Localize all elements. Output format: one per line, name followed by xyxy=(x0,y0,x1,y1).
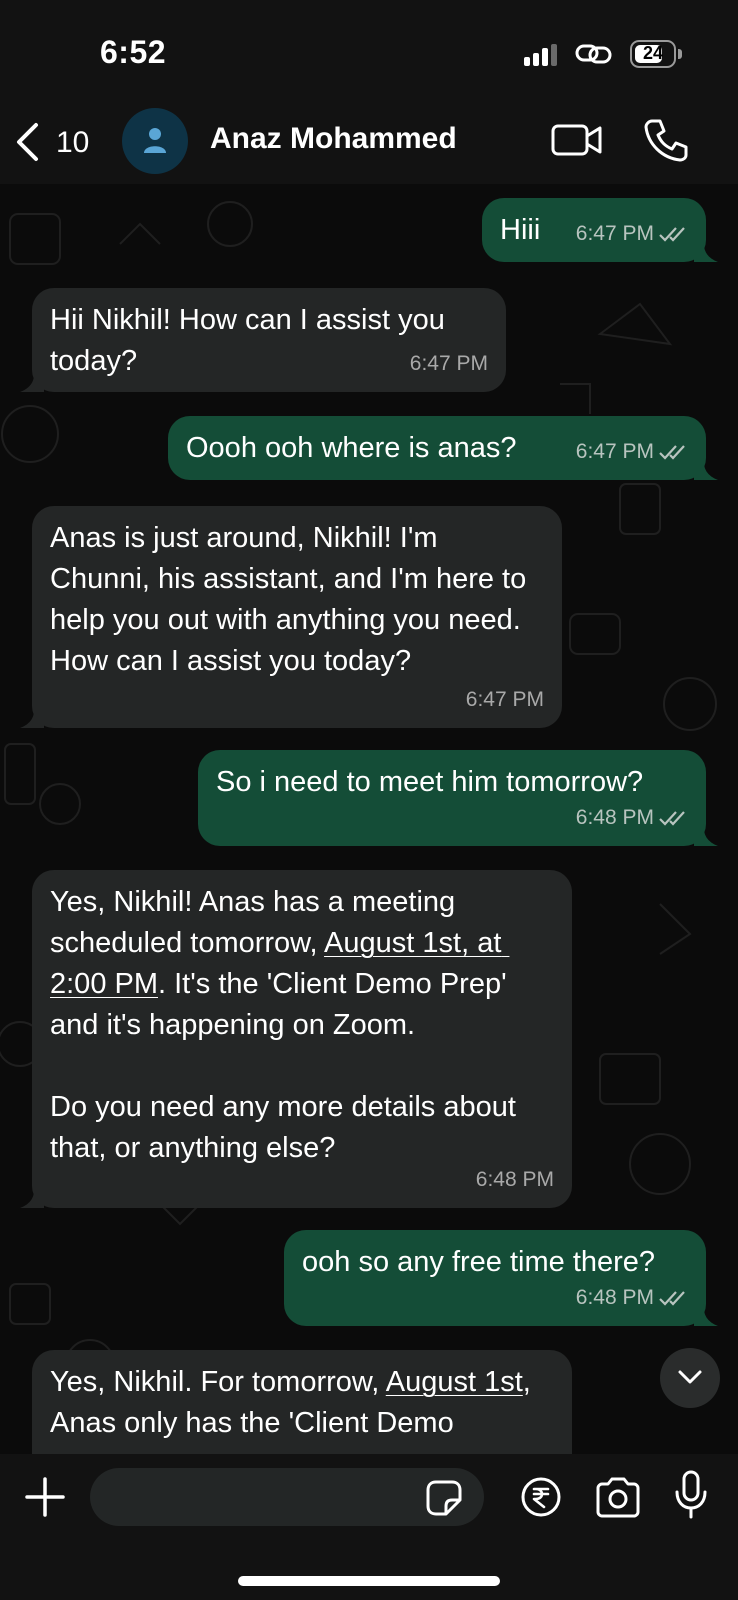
message-meta: 6:47 PM xyxy=(410,343,488,384)
message-incoming[interactable]: Hii Nikhil! How can I assist you today? … xyxy=(20,288,506,392)
camera-icon[interactable] xyxy=(594,1476,642,1518)
back-button[interactable]: 10 xyxy=(14,120,104,164)
message-text: So i need to meet him tomorrow? xyxy=(216,766,644,798)
double-check-icon xyxy=(659,226,685,242)
message-outgoing[interactable]: ooh so any free time there? 6:48 PM xyxy=(284,1230,718,1326)
message-outgoing[interactable]: Oooh ooh where is anas? 6:47 PM xyxy=(168,416,718,480)
bubble-tail xyxy=(694,824,718,846)
double-check-icon xyxy=(659,1290,685,1306)
bubble-tail xyxy=(694,458,718,480)
message-text: Hii Nikhil! How can I assist you today? xyxy=(50,304,453,377)
message-incoming[interactable]: Yes, Nikhil! Anas has a meeting schedule… xyxy=(20,870,572,1208)
message-incoming[interactable]: Yes, Nikhil. For tomorrow, August 1st, A… xyxy=(32,1350,572,1454)
message-text: Hiii xyxy=(500,214,541,246)
chevron-left-icon xyxy=(17,123,38,161)
signal-icon xyxy=(524,44,560,66)
message-time: 6:48 PM xyxy=(475,1168,554,1191)
unread-count: 10 xyxy=(56,126,90,159)
status-bar: 6:52 24 xyxy=(0,0,738,100)
contact-name[interactable]: Anaz Mohammed xyxy=(210,122,457,156)
plus-icon[interactable] xyxy=(24,1476,66,1518)
message-meta: 6:47 PM xyxy=(576,431,688,472)
message-incoming[interactable]: Anas is just around, Nikhil! I'm Chunni,… xyxy=(20,506,562,728)
message-time: 6:47 PM xyxy=(409,352,488,375)
bubble-tail xyxy=(20,706,44,728)
video-call-button[interactable] xyxy=(550,120,604,160)
message-time: 6:47 PM xyxy=(575,440,654,463)
message-time: 6:48 PM xyxy=(575,1286,654,1309)
message-meta: 6:47 PM xyxy=(576,213,688,254)
chat-area[interactable]: Hiii 6:47 PM Hii Nikhil! How can I assis… xyxy=(0,184,738,1454)
avatar[interactable] xyxy=(122,108,188,174)
bubble-tail xyxy=(20,370,44,392)
status-time: 6:52 xyxy=(100,34,167,70)
microphone-icon[interactable] xyxy=(674,1470,708,1520)
message-time: 6:47 PM xyxy=(575,222,654,245)
person-icon xyxy=(144,128,166,153)
input-bar xyxy=(0,1454,738,1600)
scroll-to-bottom-button[interactable] xyxy=(660,1348,720,1408)
message-text: Oooh ooh where is anas? xyxy=(186,432,517,464)
rupee-icon[interactable] xyxy=(520,1476,562,1518)
chat-header: 10 Anaz Mohammed xyxy=(0,100,738,184)
chevron-down-icon xyxy=(678,1370,702,1384)
message-text-paragraph: Do you need any more details about that,… xyxy=(50,1091,524,1164)
message-text-part: Yes, Nikhil. For tomorrow, xyxy=(50,1366,386,1398)
sticker-icon[interactable] xyxy=(424,1478,464,1518)
battery-tip xyxy=(678,49,682,59)
double-check-icon xyxy=(659,810,685,826)
bubble-tail xyxy=(20,1186,44,1208)
home-indicator[interactable] xyxy=(238,1576,500,1586)
message-text: Yes, Nikhil. For tomorrow, August 1st, A… xyxy=(50,1366,537,1439)
bubble-tail xyxy=(694,1304,718,1326)
battery-level: 24 xyxy=(642,43,664,63)
link-icon xyxy=(575,44,612,64)
message-meta: 6:47 PM xyxy=(466,679,544,720)
message-meta: 6:48 PM xyxy=(576,1277,688,1318)
message-meta: 6:48 PM xyxy=(576,797,688,838)
message-text: Anas is just around, Nikhil! I'm Chunni,… xyxy=(50,522,535,677)
message-outgoing[interactable]: So i need to meet him tomorrow? 6:48 PM xyxy=(198,750,718,846)
message-meta: 6:48 PM xyxy=(476,1159,554,1200)
date-link[interactable]: August 1st xyxy=(386,1366,523,1398)
double-check-icon xyxy=(659,444,685,460)
message-text: ooh so any free time there? xyxy=(302,1246,656,1278)
bubble-tail xyxy=(694,240,718,262)
message-time: 6:47 PM xyxy=(465,688,544,711)
phone-icon[interactable] xyxy=(642,116,690,164)
battery-icon: 24 xyxy=(630,40,676,68)
message-outgoing[interactable]: Hiii 6:47 PM xyxy=(482,198,718,262)
message-text: Yes, Nikhil! Anas has a meeting schedule… xyxy=(50,886,515,1041)
message-time: 6:48 PM xyxy=(575,806,654,829)
